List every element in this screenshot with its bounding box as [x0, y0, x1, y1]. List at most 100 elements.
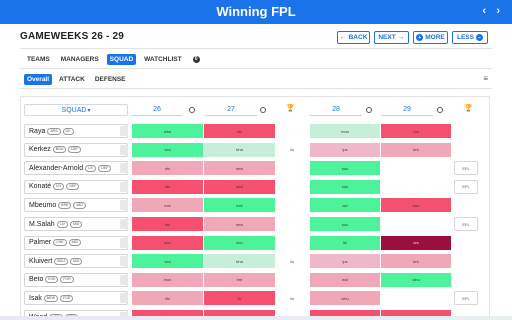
- subtab-overall[interactable]: Overall: [24, 74, 53, 85]
- fixture-cell: ars: [381, 235, 451, 250]
- next-button[interactable]: NEXT →: [374, 31, 409, 44]
- player-row[interactable]: Alexander-Arnold LIV DEF nfo new sou EFL: [24, 161, 484, 176]
- player-tag: NEW: [43, 294, 59, 302]
- player-name-cell[interactable]: Konaté LIV DEF: [24, 179, 128, 194]
- fixture-cell: liv: [204, 291, 275, 306]
- fixture-cell: bre: [381, 142, 451, 157]
- player-select-toggle[interactable]: [120, 274, 128, 285]
- player-name-cell[interactable]: Mbeumo BRE MID: [24, 198, 128, 213]
- chevron-down-icon: ▾: [87, 107, 91, 114]
- player-row[interactable]: Isak NEW FOR nfo liv fa whu EFL: [24, 291, 484, 306]
- player-name: Kerkez: [29, 146, 51, 154]
- player-tag: LIV: [53, 183, 65, 191]
- player-tag: BRE: [58, 201, 72, 209]
- player-select-toggle[interactable]: [120, 144, 128, 155]
- bottom-bar: [0, 316, 512, 320]
- player-tag: LIV: [85, 164, 97, 172]
- radio-icon[interactable]: [366, 107, 372, 113]
- radio-icon[interactable]: [189, 107, 195, 113]
- player-name-cell[interactable]: M.Salah LIV MID: [24, 217, 128, 231]
- gameweek-header-29[interactable]: 29: [381, 104, 433, 116]
- fixture-cell: che: [381, 124, 451, 138]
- fixture-cell: fa: [290, 258, 294, 264]
- sub-tabs: Overall ATTACK DEFENSE: [24, 74, 129, 85]
- player-row[interactable]: Kerkez BOU DEF wol bha fa ips bre: [24, 142, 484, 157]
- app-title: Winning FPL: [216, 4, 296, 19]
- fixture-cell: whu: [381, 272, 451, 287]
- player-name-cell[interactable]: Alexander-Arnold LIV DEF: [24, 161, 128, 176]
- fixture-cell: wol: [132, 254, 203, 269]
- less-button[interactable]: LESS −: [452, 31, 488, 44]
- fixture-cell: sou: [204, 235, 275, 250]
- tab-teams[interactable]: TEAMS: [24, 54, 53, 65]
- player-select-toggle[interactable]: [120, 126, 128, 136]
- divider: [20, 48, 492, 49]
- player-tag: ARS: [47, 127, 61, 135]
- player-select-toggle[interactable]: [120, 181, 128, 192]
- player-tag: GK: [62, 127, 74, 135]
- player-select-toggle[interactable]: [120, 200, 128, 211]
- fixture-cell: nfo: [132, 217, 203, 231]
- player-row[interactable]: Konaté LIV DEF nfo new sou EFL: [24, 179, 484, 194]
- player-tag: MID: [69, 257, 83, 265]
- fixture-cell: ips: [310, 142, 380, 157]
- tab-managers[interactable]: MANAGERS: [58, 54, 102, 65]
- fixture-cell: nfo: [132, 179, 203, 194]
- player-tag: CHE: [53, 239, 67, 247]
- fixture-cell: avl: [310, 198, 380, 213]
- player-name-cell[interactable]: Raya ARS GK: [24, 124, 128, 138]
- player-row[interactable]: M.Salah LIV MID nfo new sou EFL: [24, 217, 484, 231]
- main-tabs: TEAMS MANAGERS SQUAD WATCHLIST 0: [24, 54, 203, 66]
- subtab-defense[interactable]: DEFENSE: [92, 74, 129, 85]
- player-row[interactable]: Beto EVE FOR mun bre wol whu: [24, 272, 484, 287]
- player-select-toggle[interactable]: [120, 163, 128, 174]
- player-row[interactable]: Mbeumo BRE MID eve eve avl bou: [24, 198, 484, 213]
- tab-squad[interactable]: SQUAD: [106, 54, 137, 66]
- player-row[interactable]: Palmer CHE MID sou sou lei ars: [24, 235, 484, 250]
- more-button[interactable]: + MORE: [413, 31, 448, 44]
- fixture-cell: nfo: [132, 291, 203, 306]
- player-row[interactable]: Kluivert BOU MID wol bha fa ips bre: [24, 254, 484, 269]
- player-name-cell[interactable]: Kluivert BOU MID: [24, 254, 128, 269]
- radio-icon[interactable]: [260, 107, 266, 113]
- fixture-cell: fa: [290, 147, 294, 153]
- fixture-cell: eve: [204, 198, 275, 213]
- player-row[interactable]: Raya ARS GK whu nfo mun che: [24, 124, 484, 138]
- fixture-cell: new: [204, 217, 275, 231]
- prev-page-icon[interactable]: ‹: [482, 5, 486, 17]
- fixture-cell: sou: [310, 217, 380, 231]
- radio-icon[interactable]: [437, 107, 443, 113]
- player-tag: MID: [73, 201, 86, 209]
- more-button-label: MORE: [425, 34, 445, 41]
- fixture-cell: wol: [132, 142, 203, 157]
- fixture-cell: sou: [132, 235, 203, 250]
- next-page-icon[interactable]: ›: [496, 5, 500, 17]
- fixture-cell: wol: [310, 272, 380, 287]
- fixture-cell: sou: [310, 179, 380, 194]
- menu-icon[interactable]: ≡: [483, 74, 488, 83]
- player-name-cell[interactable]: Palmer CHE MID: [24, 235, 128, 250]
- subtab-attack[interactable]: ATTACK: [56, 74, 88, 85]
- player-name-cell[interactable]: Isak NEW FOR: [24, 291, 128, 306]
- player-select-toggle[interactable]: [120, 219, 128, 229]
- fixture-cell: bou: [381, 198, 451, 213]
- tab-watchlist[interactable]: WATCHLIST: [141, 54, 184, 65]
- player-select-toggle[interactable]: [120, 256, 128, 267]
- less-button-label: LESS: [457, 34, 474, 41]
- player-name-cell[interactable]: Kerkez BOU DEF: [24, 142, 128, 157]
- app-topbar: Winning FPL ‹ ›: [0, 0, 512, 24]
- back-button[interactable]: ← BACK: [337, 31, 370, 44]
- gameweek-header-26[interactable]: 26: [132, 104, 182, 116]
- fixture-cell: fa: [290, 295, 294, 301]
- player-select-toggle[interactable]: [120, 293, 128, 304]
- player-name: M.Salah: [29, 220, 55, 228]
- watchlist-count-badge: 0: [190, 54, 203, 65]
- player-name-cell[interactable]: Beto EVE FOR: [24, 272, 128, 287]
- cup-fixture-cell: EFL: [454, 217, 478, 231]
- squad-header-button[interactable]: SQUAD ▾: [24, 104, 128, 116]
- player-tag: FOR: [60, 294, 74, 302]
- player-select-toggle[interactable]: [120, 237, 128, 248]
- cup-fixture-cell: EFL: [454, 161, 478, 176]
- gameweek-header-27[interactable]: 27: [205, 104, 257, 116]
- gameweek-header-28[interactable]: 28: [310, 104, 362, 116]
